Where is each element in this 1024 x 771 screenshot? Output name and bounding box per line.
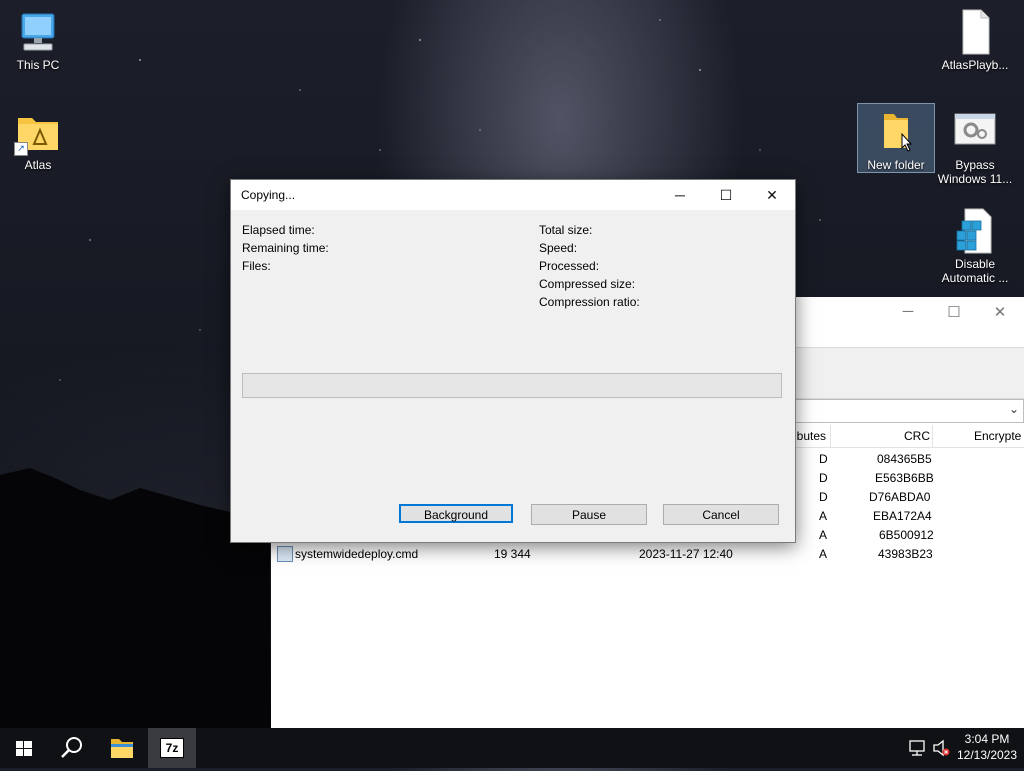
cell-attributes: D <box>819 471 828 485</box>
label-elapsed-time: Elapsed time: <box>242 223 315 237</box>
cell-attributes: A <box>819 547 828 561</box>
cell-attributes: D <box>819 452 828 466</box>
volume-muted-icon[interactable] <box>930 728 952 768</box>
cell-attributes: A <box>819 528 828 542</box>
taskbar: 7z 3:04 PM 12/13/2023 <box>0 728 1024 768</box>
label-speed: Speed: <box>539 241 578 255</box>
pause-button[interactable]: Pause <box>531 504 647 525</box>
cell-attributes: D <box>819 490 828 504</box>
cell-crc: D76ABDA0 <box>869 490 931 504</box>
desktop-icon-label: This PC <box>16 58 60 72</box>
label-files: Files: <box>242 259 271 273</box>
taskbar-7zip[interactable]: 7z <box>148 728 196 768</box>
close-icon[interactable]: ✕ <box>990 303 1010 321</box>
desktop-icon-label: Atlas <box>24 158 52 172</box>
address-bar[interactable]: ⌄ <box>794 399 1024 423</box>
minimize-icon[interactable]: ─ <box>898 303 918 321</box>
folder-shortcut-icon: ↗ <box>14 108 62 156</box>
cell-crc: 084365B5 <box>877 452 932 466</box>
progress-bar <box>242 373 782 398</box>
search-button[interactable] <box>48 728 96 768</box>
document-icon <box>951 8 999 56</box>
settings-script-icon <box>951 108 999 156</box>
cell-size: 19 344 <box>494 547 531 561</box>
search-icon <box>61 737 82 758</box>
desktop-icon-label: Disable Automatic ... <box>941 257 1009 285</box>
label-remaining-time: Remaining time: <box>242 241 329 255</box>
column-header-crc[interactable]: CRC <box>904 429 930 443</box>
desktop-icon-atlasplaybook[interactable]: AtlasPlayb... <box>937 8 1013 72</box>
column-header-encrypted[interactable]: Encrypte <box>974 429 1021 443</box>
table-row[interactable]: systemwidedeploy.cmd 19 344 2023-11-27 1… <box>271 545 1024 564</box>
background-button[interactable]: Background <box>399 504 513 523</box>
cell-crc: 43983B23 <box>878 547 933 561</box>
list-header: ributes CRC Encrypte <box>790 425 1024 448</box>
start-button[interactable] <box>0 728 48 768</box>
cell-name: systemwidedeploy.cmd <box>295 547 419 561</box>
cancel-button[interactable]: Cancel <box>663 504 779 525</box>
copy-progress-dialog[interactable]: Copying... ─ ☐ ✕ Elapsed time: Remaining… <box>230 179 796 543</box>
taskbar-file-explorer[interactable] <box>98 728 146 768</box>
file-manager-toolbar <box>794 347 1024 399</box>
script-file-icon <box>277 546 293 562</box>
folder-icon <box>111 739 133 758</box>
desktop-icon-bypass[interactable]: Bypass Windows 11... <box>937 108 1013 186</box>
chevron-down-icon[interactable]: ⌄ <box>1009 402 1019 416</box>
dialog-titlebar[interactable]: Copying... ─ ☐ ✕ <box>231 180 795 210</box>
file-manager-titlebar: ─ ☐ ✕ <box>794 297 1024 327</box>
label-processed: Processed: <box>539 259 600 273</box>
desktop-icon-label: Bypass Windows 11... <box>937 158 1013 186</box>
desktop-icon-this-pc[interactable]: This PC <box>0 8 76 72</box>
desktop-icon-atlas[interactable]: ↗ Atlas <box>0 108 76 172</box>
windows-logo-icon <box>16 741 32 756</box>
minimize-button[interactable]: ─ <box>657 180 703 210</box>
label-total-size: Total size: <box>539 223 593 237</box>
cell-crc: EBA172A4 <box>873 509 932 523</box>
shortcut-arrow-icon: ↗ <box>14 142 28 156</box>
clock-date: 12/13/2023 <box>956 748 1018 762</box>
maximize-icon[interactable]: ☐ <box>944 303 964 321</box>
7zip-icon: 7z <box>160 738 184 758</box>
cell-attributes: A <box>819 509 828 523</box>
network-icon[interactable] <box>906 728 930 768</box>
dialog-title: Copying... <box>241 188 296 202</box>
desktop-icon-new-folder[interactable]: New folder <box>857 103 935 173</box>
label-compression-ratio: Compression ratio: <box>539 295 640 309</box>
cell-crc: 6B500912 <box>879 528 934 542</box>
folder-icon <box>872 108 920 156</box>
cell-modified: 2023-11-27 12:40 <box>639 547 733 561</box>
desktop-icon-disable-automatic[interactable]: Disable Automatic ... <box>937 207 1013 285</box>
label-compressed-size: Compressed size: <box>539 277 636 291</box>
clock-time: 3:04 PM <box>964 732 1010 746</box>
cell-crc: E563B6BB <box>875 471 934 485</box>
maximize-button[interactable]: ☐ <box>703 180 749 210</box>
system-clock[interactable]: 3:04 PM 12/13/2023 <box>950 731 1024 763</box>
monitor-icon <box>14 8 62 56</box>
desktop-icon-label: AtlasPlayb... <box>941 58 1009 72</box>
desktop-icon-label: New folder <box>867 158 925 172</box>
close-button[interactable]: ✕ <box>749 180 795 210</box>
registry-icon <box>951 207 999 255</box>
